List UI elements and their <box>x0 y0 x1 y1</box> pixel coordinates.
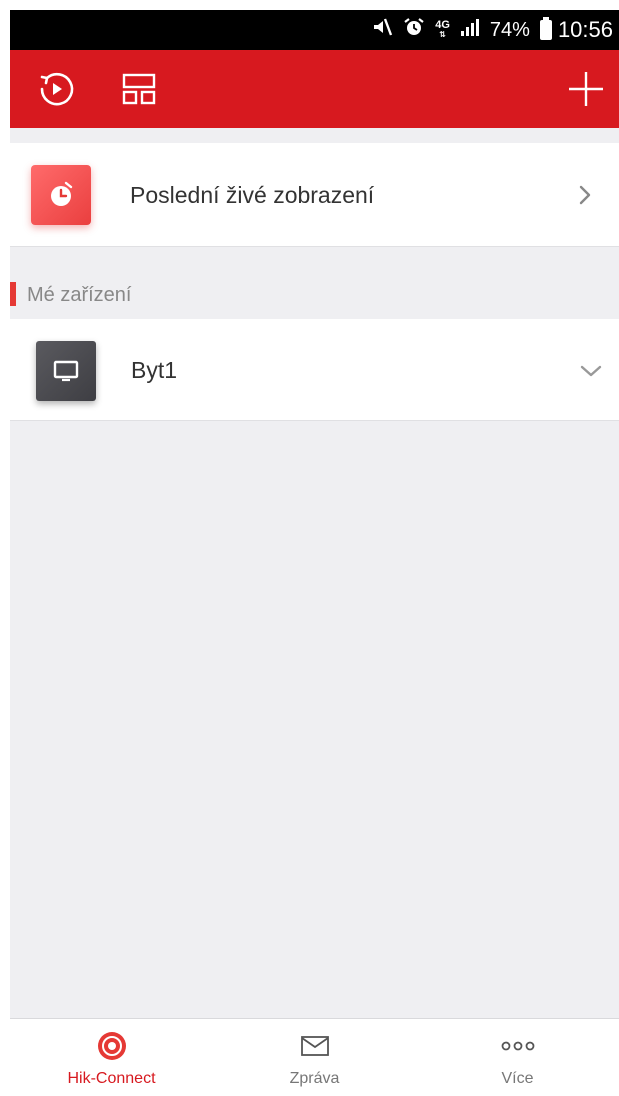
clock: 10:56 <box>557 17 613 42</box>
section-title: Mé zařízení <box>27 283 132 306</box>
app-frame: 4G ⇅ 74% 10:56 Poslední živé zobrazení M… <box>10 10 619 1096</box>
nav-messages[interactable]: Zpráva <box>213 1019 416 1096</box>
signal-icon <box>460 17 480 43</box>
monitor-icon <box>36 341 96 401</box>
my-devices-header: Mé zařízení <box>10 272 619 318</box>
stopwatch-icon <box>31 165 91 225</box>
network-type: 4G <box>435 19 450 31</box>
alarm-icon <box>403 16 425 44</box>
chevron-right-icon <box>569 179 601 211</box>
nav-label-hik-connect: Hik-Connect <box>67 1070 156 1087</box>
device-name: Byt1 <box>131 356 178 383</box>
status-icons: 4G ⇅ 74% 10:56 <box>371 10 613 50</box>
section-accent-bar <box>10 282 16 306</box>
recent-live-view-label: Poslední živé zobrazení <box>130 181 375 208</box>
status-bar: 4G ⇅ 74% 10:56 <box>10 10 619 50</box>
more-icon <box>498 1031 538 1061</box>
envelope-icon <box>295 1031 335 1061</box>
playback-icon[interactable] <box>28 50 84 128</box>
network-4g-icon: 4G ⇅ <box>435 19 450 40</box>
bottom-nav: Hik-Connect Zpráva Více <box>10 1018 619 1096</box>
layout-icon[interactable] <box>111 50 167 128</box>
nav-label-messages: Zpráva <box>289 1070 340 1087</box>
battery-percent: 74% <box>489 18 530 41</box>
recent-live-view-row[interactable]: Poslední živé zobrazení <box>10 143 619 247</box>
device-row[interactable]: Byt1 <box>10 319 619 421</box>
nav-more[interactable]: Více <box>416 1019 619 1096</box>
nav-label-more: Více <box>501 1070 534 1087</box>
toolbar <box>10 50 619 128</box>
battery-icon <box>539 17 552 40</box>
mute-icon <box>371 16 393 44</box>
add-icon[interactable] <box>558 50 614 128</box>
chevron-down-icon[interactable] <box>575 355 607 387</box>
hik-connect-icon <box>92 1031 132 1061</box>
nav-hik-connect[interactable]: Hik-Connect <box>10 1019 213 1096</box>
